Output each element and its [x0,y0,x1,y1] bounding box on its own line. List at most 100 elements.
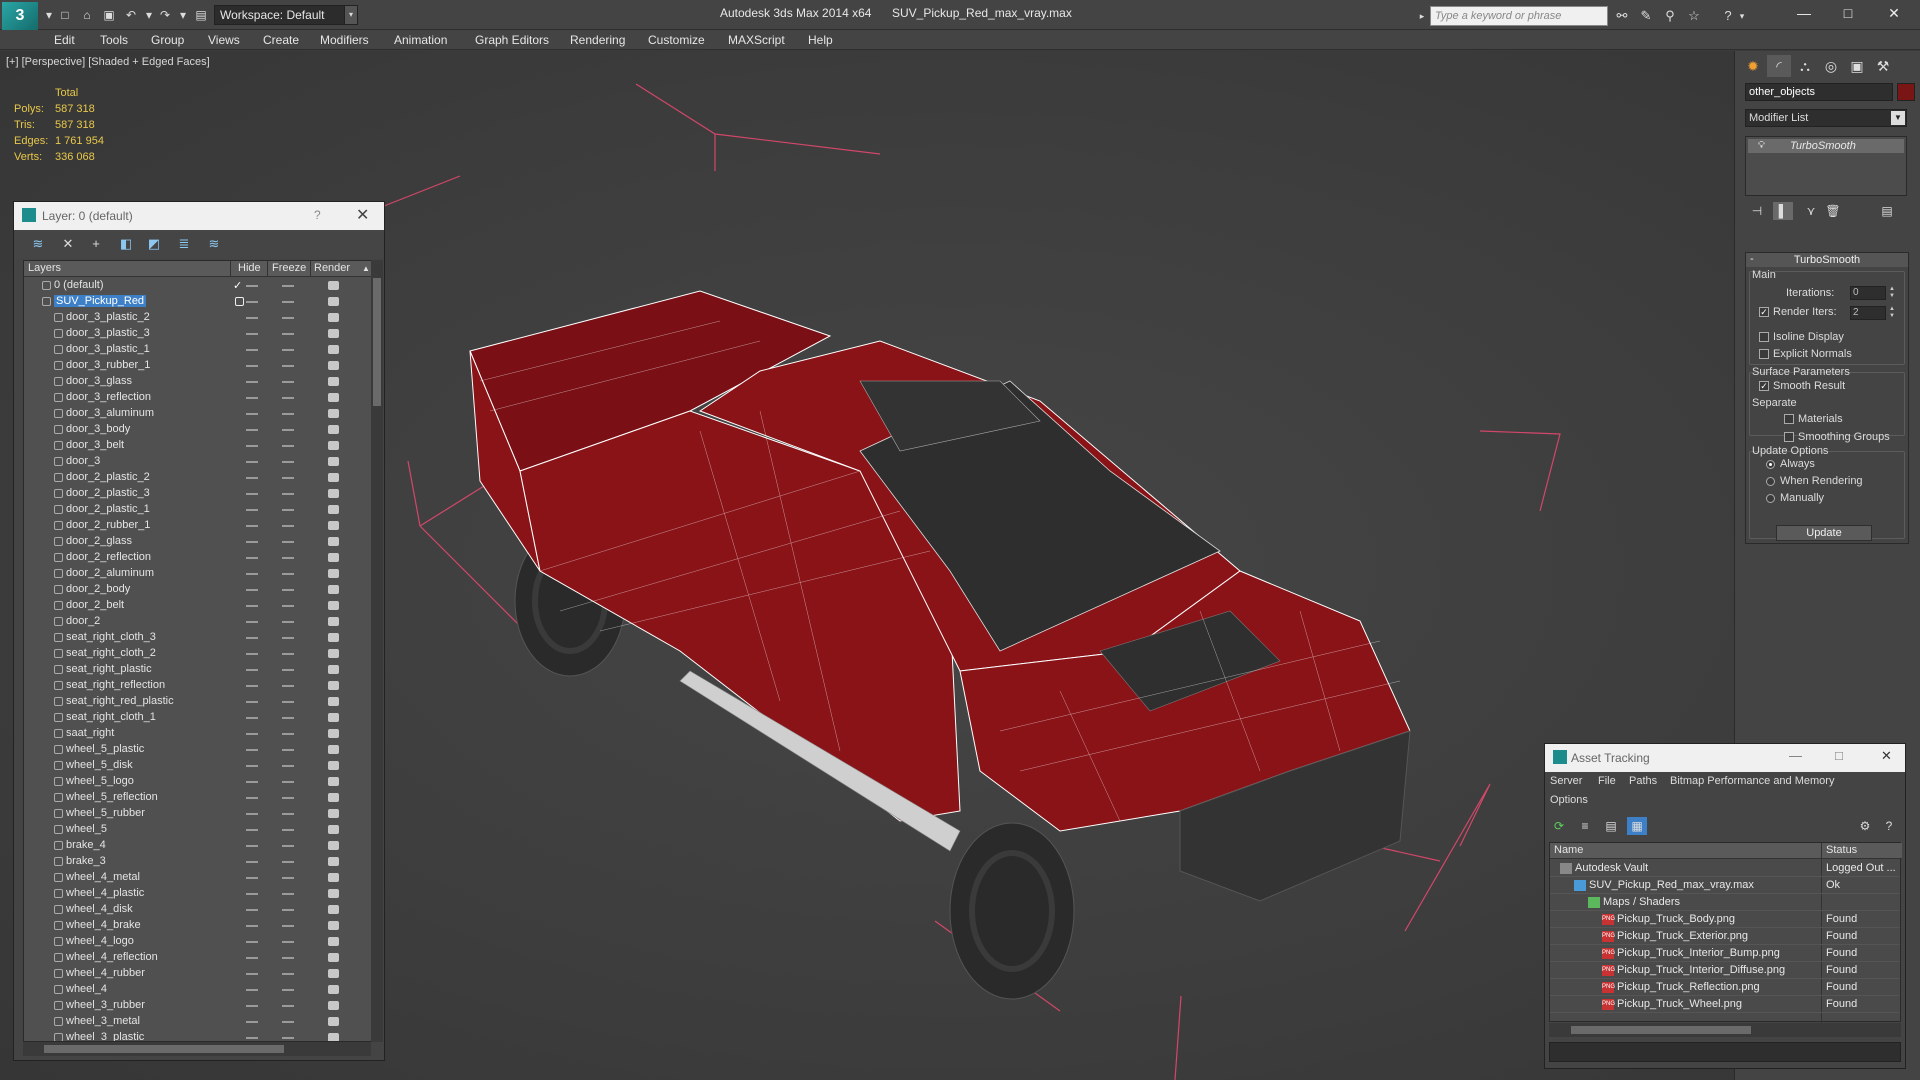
layer-name[interactable]: seat_right_red_plastic [66,695,174,707]
render-toggle-icon[interactable] [328,425,339,434]
render-toggle-icon[interactable] [328,281,339,290]
hide-toggle[interactable] [246,525,258,527]
minimize-icon[interactable]: — [1782,2,1826,26]
configure-modifier-sets-icon[interactable]: ▤ [1877,202,1897,220]
layer-name[interactable]: seat_right_cloth_3 [66,631,156,643]
freeze-toggle[interactable] [282,845,294,847]
render-toggle-icon[interactable] [328,537,339,546]
render-toggle-icon[interactable] [328,681,339,690]
freeze-toggle[interactable] [282,397,294,399]
layer-name[interactable]: door_2_plastic_3 [66,487,150,499]
create-layer-icon[interactable]: ≋ [28,235,48,253]
render-iters-spinner[interactable]: 2 [1850,306,1886,320]
sort-up-icon[interactable]: ▲ [362,264,370,273]
layer-name[interactable]: door_2_plastic_2 [66,471,150,483]
render-toggle-icon[interactable] [328,1033,339,1041]
hide-toggle[interactable] [246,685,258,687]
refresh-icon[interactable]: ⟳ [1549,817,1569,835]
render-toggle-icon[interactable] [328,1017,339,1026]
layer-name[interactable]: wheel_5_logo [66,775,134,787]
freeze-toggle[interactable] [282,589,294,591]
hide-toggle[interactable] [246,653,258,655]
table-view-icon[interactable]: ▦ [1627,817,1647,835]
freeze-toggle[interactable] [282,493,294,495]
layer-row[interactable]: wheel_3_plastic [24,1030,369,1041]
layer-row[interactable]: door_3_glass [24,374,369,390]
asset-row[interactable]: Autodesk Vault Logged Out ... [1550,860,1900,877]
layer-row[interactable]: brake_4 [24,838,369,854]
render-toggle-icon[interactable] [328,841,339,850]
layer-scroll-thumb[interactable] [373,278,381,406]
project-folder-icon[interactable]: ▤ [192,6,210,24]
render-toggle-icon[interactable] [328,649,339,658]
hide-toggle[interactable] [246,333,258,335]
layer-row[interactable]: door_3_plastic_1 [24,342,369,358]
freeze-toggle[interactable] [282,733,294,735]
layer-name[interactable]: door_3_belt [66,439,124,451]
col-hide[interactable]: Hide [238,262,261,274]
hide-toggle[interactable] [246,733,258,735]
hide-toggle[interactable] [246,541,258,543]
menu-views[interactable]: Views [208,33,240,47]
layer-name[interactable]: seat_right_cloth_1 [66,711,156,723]
modify-tab-icon[interactable]: ◜ [1767,55,1791,77]
layer-row[interactable]: wheel_4_logo [24,934,369,950]
asset-row[interactable]: PNG Pickup_Truck_Interior_Bump.png Found [1550,945,1900,962]
freeze-toggle[interactable] [282,605,294,607]
render-toggle-icon[interactable] [328,505,339,514]
layer-name[interactable]: wheel_5_disk [66,759,133,771]
freeze-toggle[interactable] [282,701,294,703]
render-toggle-icon[interactable] [328,937,339,946]
spinner-arrows-icon[interactable]: ▲ ▼ [1888,306,1896,320]
smoothing-groups-checkbox[interactable] [1784,432,1794,442]
layer-row[interactable]: door_2 [24,614,369,630]
hide-toggle[interactable] [246,349,258,351]
layer-name[interactable]: brake_4 [66,839,106,851]
asset-titlebar[interactable]: Asset Tracking — □ ✕ [1545,744,1905,772]
render-toggle-icon[interactable] [328,345,339,354]
new-file-icon[interactable]: □ [56,6,74,24]
layer-name[interactable]: door_2_rubber_1 [66,519,150,531]
stack-item-turbosmooth[interactable]: TurboSmooth [1748,139,1904,153]
asset-hscroll-thumb[interactable] [1571,1026,1751,1034]
render-toggle-icon[interactable] [328,969,339,978]
asset-row[interactable]: Maps / Shaders [1550,894,1900,911]
layer-row[interactable]: wheel_4_brake [24,918,369,934]
delete-layer-icon[interactable]: ✕ [58,235,78,253]
save-file-icon[interactable]: ▣ [100,6,118,24]
layer-row[interactable]: wheel_5_plastic [24,742,369,758]
layer-row[interactable]: door_3_aluminum [24,406,369,422]
layer-name[interactable]: door_3_reflection [66,391,151,403]
hide-toggle[interactable] [246,797,258,799]
col-status[interactable]: Status [1826,844,1857,856]
asset-row[interactable]: PNG Pickup_Truck_Exterior.png Found [1550,928,1900,945]
freeze-toggle[interactable] [282,877,294,879]
hide-toggle[interactable] [246,301,258,303]
layer-row[interactable]: seat_right_cloth_2 [24,646,369,662]
render-toggle-icon[interactable] [328,761,339,770]
layer-row[interactable]: brake_3 [24,854,369,870]
freeze-toggle[interactable] [282,829,294,831]
viewport-label[interactable]: [+] [Perspective] [Shaded + Edged Faces] [6,56,210,68]
layer-name[interactable]: door_3_plastic_3 [66,327,150,339]
layer-row[interactable]: door_3 [24,454,369,470]
layer-name[interactable]: door_3_glass [66,375,132,387]
layer-row[interactable]: door_3_body [24,422,369,438]
freeze-toggle[interactable] [282,957,294,959]
render-toggle-icon[interactable] [328,297,339,306]
object-name-field[interactable]: other_objects [1745,83,1893,101]
layer-name[interactable]: wheel_3_rubber [66,999,145,1011]
layer-name[interactable]: door_2_belt [66,599,124,611]
freeze-toggle[interactable] [282,781,294,783]
freeze-toggle[interactable] [282,333,294,335]
hide-toggle[interactable] [246,845,258,847]
hide-toggle[interactable] [246,1005,258,1007]
hide-toggle[interactable] [246,477,258,479]
hide-toggle[interactable] [246,909,258,911]
render-toggle-icon[interactable] [328,985,339,994]
hide-toggle[interactable] [246,989,258,991]
hide-toggle[interactable] [246,861,258,863]
object-color-swatch[interactable] [1897,83,1915,101]
maximize-icon[interactable]: □ [1826,2,1870,26]
layer-row[interactable]: wheel_4_reflection [24,950,369,966]
